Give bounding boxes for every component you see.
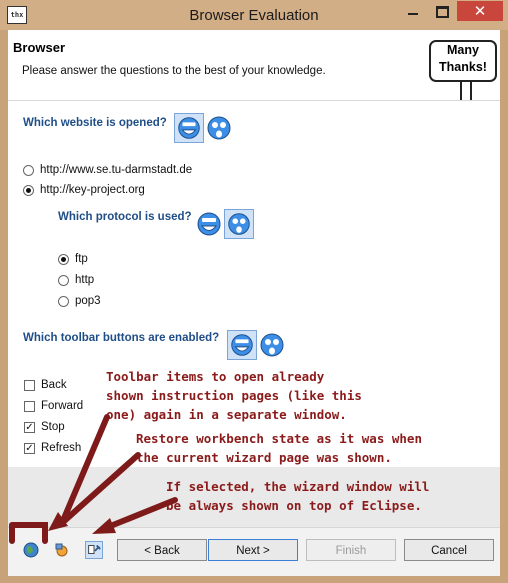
question-protocol-label: Which protocol is used?	[58, 211, 192, 223]
globe-icon[interactable]	[22, 541, 40, 559]
happy-smiley-icon[interactable]	[194, 209, 224, 239]
radio-button[interactable]	[58, 253, 69, 265]
radio-option-tu-darmstadt[interactable]: http://www.se.tu-darmstadt.de	[23, 164, 192, 176]
question-toolbar-label: Which toolbar buttons are enabled?	[23, 332, 220, 344]
option-label: http	[75, 274, 95, 286]
annotation-instruction-pages: Toolbar items to open already shown inst…	[106, 369, 362, 422]
option-label: Stop	[41, 421, 65, 433]
thanks-bubble-image: Many Thanks!	[429, 40, 497, 82]
maximize-button[interactable]	[428, 1, 456, 21]
scared-smiley-icon[interactable]	[204, 113, 234, 143]
option-label: Forward	[41, 400, 84, 412]
pin-on-top-icon[interactable]	[85, 541, 103, 559]
scared-smiley-icon[interactable]	[257, 330, 287, 360]
bubble-line2: Thanks!	[439, 60, 487, 74]
radio-button[interactable]	[23, 164, 34, 176]
option-label: http://key-project.org	[40, 184, 145, 196]
radio-option-pop3[interactable]: pop3	[58, 295, 101, 307]
checkbox-option-refresh[interactable]: ✓ Refresh	[24, 442, 81, 454]
happy-smiley-icon[interactable]	[174, 113, 204, 143]
annotation-restore-state: Restore workbench state as it was when t…	[136, 431, 422, 465]
dialog-window: thx Browser Evaluation ✕ Browser Please …	[0, 0, 508, 583]
option-label: Refresh	[41, 442, 82, 454]
restore-icon[interactable]	[53, 541, 71, 559]
checkbox-option-back[interactable]: Back	[24, 379, 67, 391]
scared-smiley-icon[interactable]	[224, 209, 254, 239]
question-website-label: Which website is opened?	[23, 117, 167, 129]
bubble-tail	[460, 80, 472, 100]
page-subtitle: Please answer the questions to the best …	[22, 65, 326, 77]
checkbox[interactable]: ✓	[24, 421, 35, 433]
annotation-always-on-top: If selected, the wizard window will be a…	[166, 479, 430, 513]
checkbox[interactable]: ✓	[24, 442, 35, 454]
radio-button[interactable]	[58, 295, 69, 307]
radio-option-key-project[interactable]: http://key-project.org	[23, 184, 145, 196]
radio-button[interactable]	[23, 184, 34, 196]
back-button[interactable]: < Back	[117, 539, 207, 561]
bubble-line1: Many	[447, 43, 479, 57]
option-label: ftp	[75, 253, 88, 265]
radio-button[interactable]	[58, 274, 69, 286]
option-label: http://www.se.tu-darmstadt.de	[40, 164, 193, 176]
option-label: Back	[41, 379, 67, 391]
checkbox[interactable]	[24, 379, 35, 391]
checkbox-option-stop[interactable]: ✓ Stop	[24, 421, 65, 433]
page-title: Browser	[13, 40, 66, 55]
happy-smiley-icon[interactable]	[227, 330, 257, 360]
checkbox[interactable]	[24, 400, 35, 412]
minimize-button[interactable]	[399, 1, 427, 21]
option-label: pop3	[75, 295, 101, 307]
checkbox-option-forward[interactable]: Forward	[24, 400, 83, 412]
next-button[interactable]: Next >	[208, 539, 298, 561]
radio-option-http[interactable]: http	[58, 274, 94, 286]
finish-button[interactable]: Finish	[306, 539, 396, 561]
cancel-button[interactable]: Cancel	[404, 539, 494, 561]
close-button[interactable]: ✕	[457, 1, 503, 21]
radio-option-ftp[interactable]: ftp	[58, 253, 88, 265]
wizard-header: Browser Please answer the questions to t…	[8, 30, 500, 101]
title-bar[interactable]: thx Browser Evaluation ✕	[0, 0, 508, 30]
